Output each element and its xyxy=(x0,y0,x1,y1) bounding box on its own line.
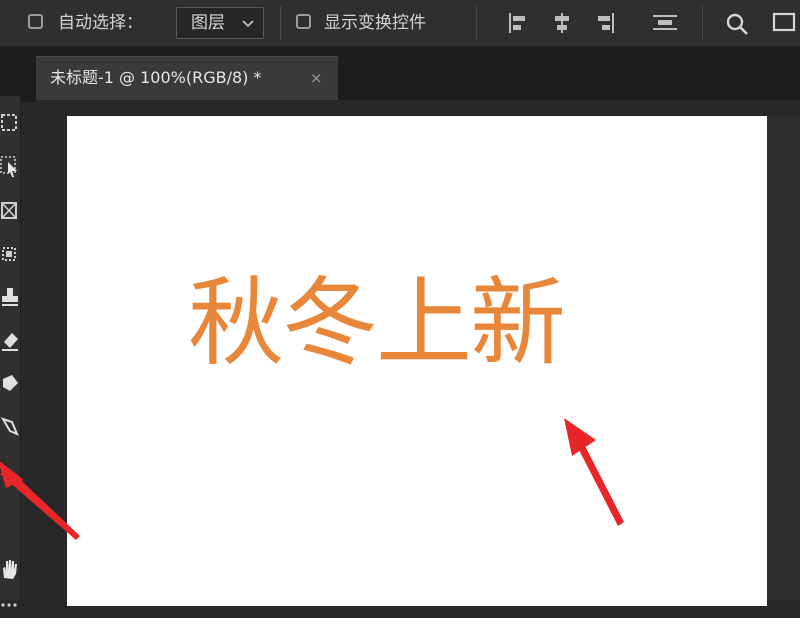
auto-select-checkbox[interactable] xyxy=(28,14,43,29)
align-horizontal-centers-icon[interactable] xyxy=(550,11,574,35)
auto-select-dropdown[interactable]: 图层 xyxy=(176,7,264,39)
close-icon[interactable]: × xyxy=(310,57,323,99)
hand-tool-icon[interactable] xyxy=(0,556,20,582)
divider xyxy=(280,6,281,40)
transform-controls-checkbox[interactable] xyxy=(296,14,311,29)
align-left-edges-icon[interactable] xyxy=(506,11,530,35)
more-tools-icon[interactable] xyxy=(0,592,20,618)
canvas-text-layer[interactable]: 秋冬上新 xyxy=(188,275,566,371)
object-select-tool-icon[interactable] xyxy=(0,154,20,180)
options-bar: 自动选择： 图层 显示变换控件 xyxy=(0,0,800,47)
divider xyxy=(476,6,477,40)
document-tab[interactable]: 未标题-1 @ 100%(RGB/8) * × xyxy=(36,56,338,100)
search-icon[interactable] xyxy=(724,11,750,37)
pen-tool-icon[interactable] xyxy=(0,414,20,440)
divider xyxy=(702,6,703,40)
chevron-down-icon xyxy=(242,20,254,28)
frame-tool-icon[interactable] xyxy=(0,198,20,224)
auto-select-value: 图层 xyxy=(191,13,225,33)
distribute-vertical-icon[interactable] xyxy=(652,11,678,35)
tools-panel xyxy=(0,96,21,607)
auto-select-label: 自动选择： xyxy=(58,13,143,33)
stamp-tool-icon[interactable] xyxy=(0,284,20,310)
pasteboard-right xyxy=(767,116,800,600)
eraser-tool-icon[interactable] xyxy=(0,328,20,354)
document-tab-title: 未标题-1 @ 100%(RGB/8) * xyxy=(50,68,262,87)
patch-tool-icon[interactable] xyxy=(0,242,20,268)
workspace-icon[interactable] xyxy=(772,11,798,35)
align-right-edges-icon[interactable] xyxy=(593,11,617,35)
marquee-tool-icon[interactable] xyxy=(0,110,20,136)
paint-bucket-tool-icon[interactable] xyxy=(0,371,20,397)
transform-controls-label: 显示变换控件 xyxy=(324,13,426,33)
